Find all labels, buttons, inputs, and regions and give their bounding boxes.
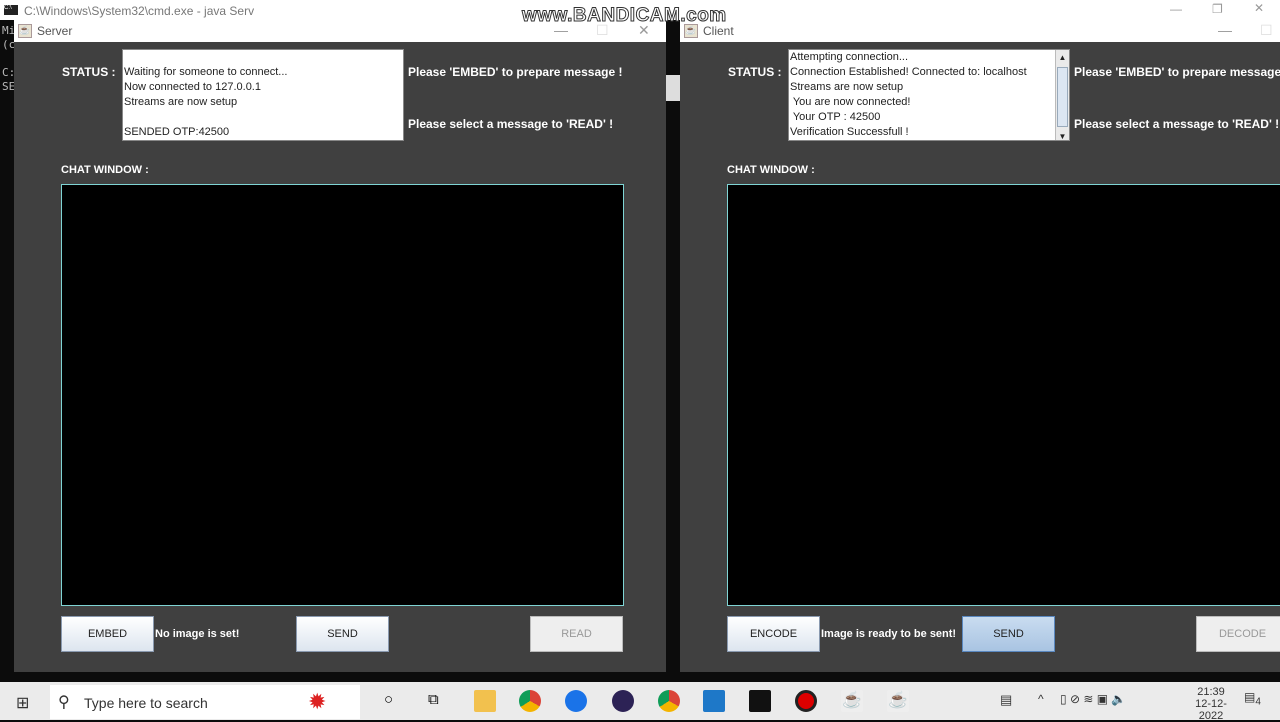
- keyboard-icon[interactable]: ▤: [1000, 692, 1012, 708]
- restore-icon[interactable]: ❐: [1212, 2, 1223, 16]
- search-box[interactable]: ⚲ Type here to search ✹: [50, 685, 360, 719]
- cmd-icon: C:\: [4, 5, 18, 15]
- status-label: STATUS :: [728, 65, 782, 79]
- task-view-icon[interactable]: ⧉: [428, 691, 439, 708]
- send-button[interactable]: SEND: [962, 616, 1055, 652]
- decode-button[interactable]: DECODE: [1196, 616, 1280, 652]
- firefox-icon[interactable]: [565, 690, 587, 712]
- image-status: Image is ready to be sent!: [821, 628, 957, 640]
- clock[interactable]: 21:39 12-12-2022: [1186, 686, 1236, 722]
- client-title-bar[interactable]: ☕ Client — ☐: [680, 20, 1280, 42]
- status-textarea[interactable]: Attempting connection... Connection Estab…: [788, 49, 1070, 141]
- read-hint: Please select a message to 'READ' !: [1074, 117, 1280, 131]
- cortana-icon[interactable]: ○: [384, 691, 393, 708]
- cmd-taskbar-icon[interactable]: [749, 690, 771, 712]
- search-icon: ⚲: [58, 694, 70, 711]
- cmd-title: C:\Windows\System32\cmd.exe - java Serv: [24, 4, 255, 18]
- chat-window[interactable]: [61, 184, 624, 606]
- bandicam-watermark: www.BANDICAM.com: [522, 5, 727, 27]
- tray-icons[interactable]: ▯ ⊘ ≋ ▣ 🔈: [1060, 692, 1126, 706]
- windows-start-icon[interactable]: ⊞: [16, 693, 29, 713]
- embed-button[interactable]: EMBED: [61, 616, 154, 652]
- scroll-up-icon[interactable]: ▲: [1056, 50, 1069, 65]
- media-player-icon[interactable]: [703, 690, 725, 712]
- status-textarea[interactable]: Waiting for someone to connect... Now con…: [122, 49, 404, 141]
- encode-button[interactable]: ENCODE: [727, 616, 820, 652]
- maximize-icon[interactable]: ☐: [1260, 22, 1273, 39]
- scrollbar-thumb[interactable]: [1057, 67, 1068, 127]
- cmd-scrollbar-thumb[interactable]: [666, 75, 680, 101]
- java-icon: ☕: [18, 24, 32, 38]
- chat-window-label: CHAT WINDOW :: [727, 164, 815, 176]
- client-window: ☕ Client — ☐ STATUS : Attempting connect…: [680, 20, 1280, 672]
- poinsettia-icon: ✹: [308, 689, 327, 714]
- close-icon[interactable]: ✕: [1254, 1, 1264, 15]
- file-explorer-icon[interactable]: [474, 690, 496, 712]
- read-button[interactable]: READ: [530, 616, 623, 652]
- minimize-icon[interactable]: —: [1218, 22, 1232, 38]
- server-window: ☕ Server — ☐ ✕ STATUS : Waiting for some…: [14, 20, 666, 672]
- embed-hint: Please 'EMBED' to prepare message !: [1074, 65, 1280, 79]
- chevron-up-icon[interactable]: ^: [1038, 692, 1044, 706]
- status-scrollbar[interactable]: ▲ ▼: [1055, 50, 1069, 140]
- chrome-icon[interactable]: [519, 690, 541, 712]
- window-title: Server: [37, 24, 73, 38]
- java-taskbar-icon-2[interactable]: ☕: [887, 690, 909, 712]
- notification-icon[interactable]: ▤4: [1244, 690, 1261, 707]
- chat-window-label: CHAT WINDOW :: [61, 164, 149, 176]
- minimize-icon[interactable]: —: [1170, 2, 1182, 16]
- java-taskbar-icon[interactable]: ☕: [841, 690, 863, 712]
- search-placeholder: Type here to search: [84, 695, 208, 711]
- read-hint: Please select a message to 'READ' !: [408, 117, 614, 131]
- bandicam-icon[interactable]: [795, 690, 817, 712]
- chat-window[interactable]: [727, 184, 1280, 606]
- status-label: STATUS :: [62, 65, 116, 79]
- taskbar: ⊞ ⚲ Type here to search ✹ ○ ⧉ ☕ ☕ ▤ ^ ▯ …: [0, 682, 1280, 722]
- scroll-down-icon[interactable]: ▼: [1056, 129, 1069, 140]
- image-status: No image is set!: [155, 628, 240, 640]
- send-button[interactable]: SEND: [296, 616, 389, 652]
- chrome-profile-icon[interactable]: [658, 690, 680, 712]
- eclipse-icon[interactable]: [612, 690, 634, 712]
- embed-hint: Please 'EMBED' to prepare message !: [408, 65, 623, 79]
